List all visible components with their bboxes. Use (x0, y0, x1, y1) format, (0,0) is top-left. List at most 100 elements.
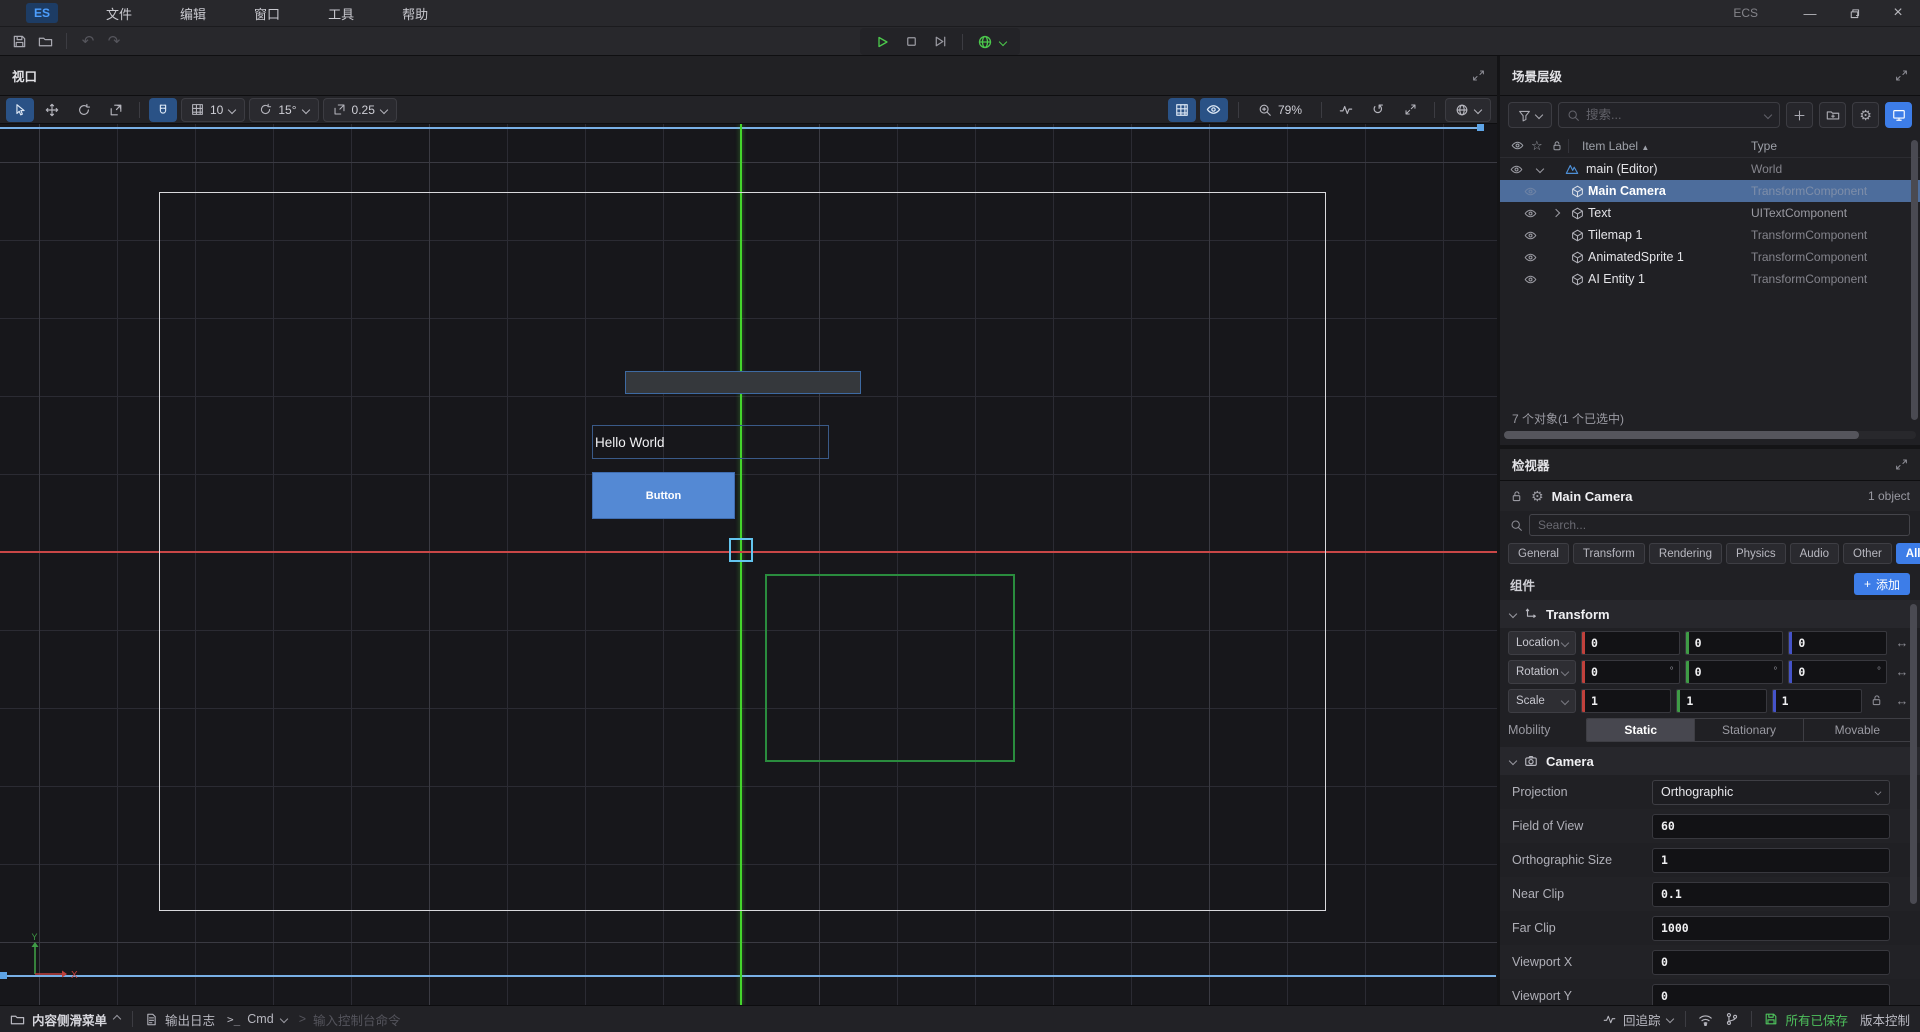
rotation-y-input[interactable]: 0° (1685, 660, 1784, 684)
menu-file[interactable]: 文件 (106, 4, 132, 23)
inspector-vscrollbar[interactable] (1910, 604, 1917, 904)
scale-snap-dropdown[interactable]: 0.25 (323, 98, 397, 122)
hierarchy-hscrollbar[interactable] (1504, 431, 1916, 439)
tab-general[interactable]: General (1508, 543, 1569, 564)
eye-icon[interactable] (1510, 163, 1523, 176)
viewport-x-input[interactable]: 0 (1652, 950, 1890, 975)
eye-icon[interactable] (1524, 229, 1537, 242)
scale-y-input[interactable]: 1 (1676, 689, 1766, 713)
network-status-icon[interactable] (1698, 1012, 1713, 1027)
field-of-view-input[interactable]: 60 (1652, 814, 1890, 839)
filter-dropdown[interactable] (1508, 102, 1552, 128)
eye-icon[interactable] (1524, 273, 1537, 286)
scale-tool-button[interactable] (102, 98, 130, 122)
maximize-button[interactable] (1832, 0, 1876, 27)
far-clip-input[interactable]: 1000 (1652, 916, 1890, 941)
hierarchy-expand-button[interactable] (1895, 69, 1908, 82)
display-mode-button[interactable] (1885, 102, 1912, 128)
scale-z-input[interactable]: 1 (1772, 689, 1862, 713)
close-button[interactable]: × (1876, 0, 1920, 27)
scale-lock-icon[interactable] (1867, 694, 1887, 707)
eye-icon[interactable] (1524, 185, 1537, 198)
content-drawer-button[interactable]: 内容侧滑菜单 (10, 1010, 120, 1029)
fullscreen-button[interactable] (1396, 98, 1424, 122)
hierarchy-row-animatedsprite[interactable]: AnimatedSprite 1 TransformComponent (1500, 246, 1920, 268)
hierarchy-search[interactable] (1558, 102, 1780, 128)
save-status[interactable]: 所有已保存 (1764, 1010, 1848, 1029)
tilemap-entity[interactable] (625, 371, 861, 394)
stats-button[interactable] (1332, 98, 1360, 122)
menu-tools[interactable]: 工具 (328, 4, 354, 23)
output-log-button[interactable]: 输出日志 (145, 1010, 215, 1029)
object-settings-icon[interactable]: ⚙ (1531, 488, 1544, 505)
hierarchy-vscrollbar[interactable] (1911, 140, 1918, 420)
rotate-snap-dropdown[interactable]: 15° (249, 98, 318, 122)
run-mode-dropdown[interactable] (977, 34, 1006, 50)
source-control-branch-icon[interactable] (1725, 1012, 1739, 1026)
eye-icon[interactable] (1524, 207, 1537, 220)
ui-button-entity[interactable]: Button (592, 472, 735, 519)
scale-dropdown[interactable]: Scale (1508, 689, 1576, 713)
menu-help[interactable]: 帮助 (402, 4, 428, 23)
location-x-input[interactable]: 0 (1581, 631, 1680, 655)
cmd-dropdown[interactable]: >_ Cmd (227, 1012, 287, 1026)
location-y-input[interactable]: 0 (1685, 631, 1784, 655)
expand-chevron-icon[interactable] (1552, 209, 1560, 217)
ai-entity-rect[interactable] (765, 574, 1015, 762)
trace-dropdown[interactable]: 回追踪 (1603, 1010, 1674, 1029)
grid-snap-dropdown[interactable]: 10 (181, 98, 245, 122)
hierarchy-row-ai-entity[interactable]: AI Entity 1 TransformComponent (1500, 268, 1920, 290)
console-command-input[interactable]: > 输入控制台命令 (299, 1010, 401, 1029)
camera-selection-gizmo[interactable] (729, 538, 753, 562)
hierarchy-row-text[interactable]: Text UITextComponent (1500, 202, 1920, 224)
select-tool-button[interactable] (6, 98, 34, 122)
add-component-button[interactable]: + 添加 (1854, 573, 1910, 595)
viewport-expand-button[interactable] (1472, 69, 1485, 82)
grid-toggle-button[interactable] (1168, 98, 1196, 122)
transform-section-header[interactable]: Transform (1500, 600, 1920, 628)
snap-tool-button[interactable] (149, 98, 177, 122)
rotation-z-input[interactable]: 0° (1788, 660, 1887, 684)
lock-icon[interactable] (1510, 490, 1523, 503)
hierarchy-settings-button[interactable]: ⚙ (1852, 102, 1879, 128)
inspector-expand-button[interactable] (1895, 458, 1908, 471)
tab-other[interactable]: Other (1843, 543, 1892, 564)
eye-column-icon[interactable] (1511, 139, 1524, 152)
minimize-button[interactable]: — (1788, 0, 1832, 27)
hierarchy-search-input[interactable] (1586, 108, 1759, 122)
step-button[interactable] (933, 34, 948, 49)
hierarchy-row-main[interactable]: main (Editor) World (1500, 158, 1920, 180)
lock-column-icon[interactable] (1551, 140, 1563, 152)
scene-canvas[interactable]: Hello World Button Y X (0, 124, 1497, 1005)
hierarchy-row-tilemap[interactable]: Tilemap 1 TransformComponent (1500, 224, 1920, 246)
menu-window[interactable]: 窗口 (254, 4, 280, 23)
rotate-tool-button[interactable] (70, 98, 98, 122)
version-control-button[interactable]: 版本控制 (1860, 1010, 1910, 1029)
new-folder-button[interactable] (1819, 102, 1846, 128)
zoom-control[interactable]: 79% (1249, 98, 1311, 122)
rotation-dropdown[interactable]: Rotation (1508, 660, 1576, 684)
location-dropdown[interactable]: Location (1508, 631, 1576, 655)
collapse-chevron-icon[interactable] (1536, 165, 1544, 173)
tab-transform[interactable]: Transform (1573, 543, 1645, 564)
visibility-toggle-button[interactable] (1200, 98, 1228, 122)
reset-view-button[interactable]: ↺ (1364, 98, 1392, 122)
mobility-static[interactable]: Static (1587, 719, 1695, 741)
tab-all[interactable]: All (1896, 543, 1920, 564)
scale-x-input[interactable]: 1 (1581, 689, 1671, 713)
rotation-x-input[interactable]: 0° (1581, 660, 1680, 684)
column-type[interactable]: Type (1751, 139, 1777, 153)
location-z-input[interactable]: 0 (1788, 631, 1887, 655)
text-entity[interactable]: Hello World (592, 425, 829, 459)
redo-button[interactable]: ↷ (101, 30, 127, 52)
eye-icon[interactable] (1524, 251, 1537, 264)
star-column-icon[interactable]: ☆ (1531, 138, 1543, 154)
tab-rendering[interactable]: Rendering (1649, 543, 1722, 564)
add-entity-button[interactable] (1786, 102, 1813, 128)
camera-section-header[interactable]: Camera (1500, 747, 1920, 775)
inspector-search[interactable] (1529, 514, 1910, 536)
hierarchy-row-main-camera[interactable]: Main Camera TransformComponent (1500, 180, 1920, 202)
open-folder-button[interactable] (32, 30, 58, 52)
column-item-label[interactable]: Item Label ▲ (1582, 139, 1649, 153)
projection-dropdown[interactable]: Orthographic (1652, 780, 1890, 805)
